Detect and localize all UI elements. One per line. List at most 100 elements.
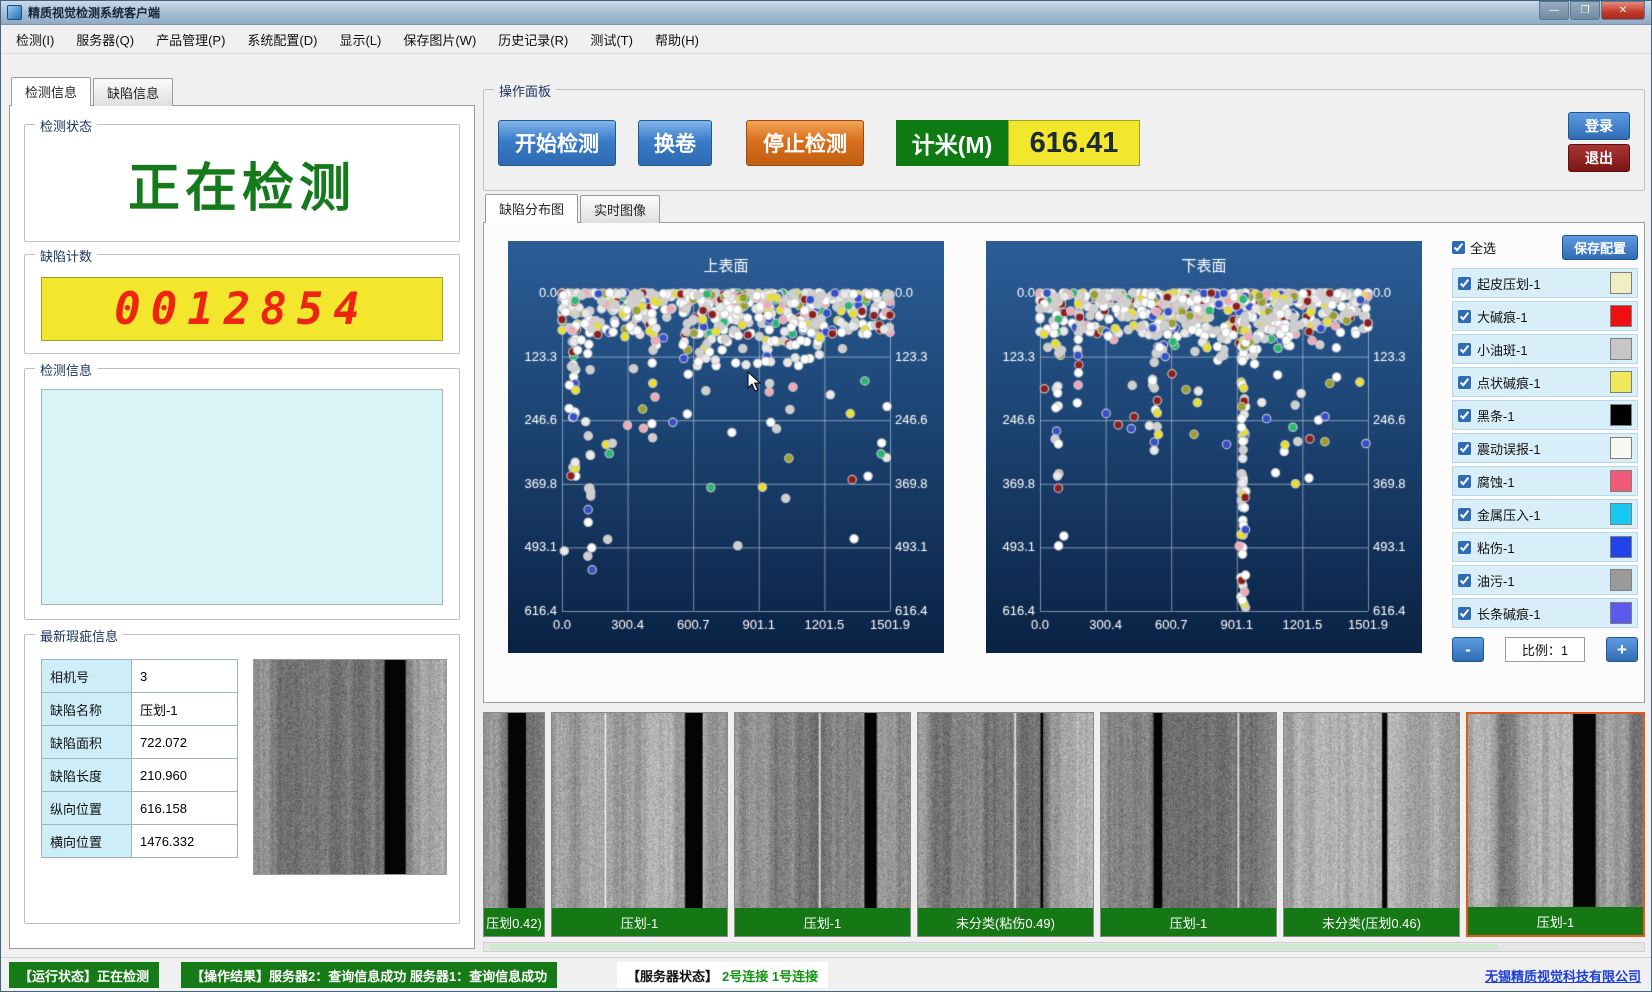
table-row: 缺陷名称压划-1 [42, 693, 238, 726]
defect-thumbnail-label: 压划0.42) [484, 908, 544, 936]
menu-item[interactable]: 测试(T) [579, 25, 644, 54]
legend-color-swatch [1610, 602, 1632, 624]
table-row: 缺陷长度210.960 [42, 759, 238, 792]
minimize-button[interactable]: — [1539, 1, 1569, 20]
legend-color-swatch [1610, 569, 1632, 591]
change-roll-button[interactable]: 换卷 [638, 120, 712, 166]
meter-counter-label: 计米(M) [896, 120, 1008, 166]
defect-thumbnail[interactable]: 未分类(压划0.46) [1283, 712, 1460, 937]
start-detection-button[interactable]: 开始检测 [498, 120, 616, 166]
legend-item[interactable]: 腐蚀-1 [1452, 466, 1638, 496]
save-config-button[interactable]: 保存配置 [1562, 235, 1638, 260]
legend-color-swatch [1610, 305, 1632, 327]
legend-item[interactable]: 粘伤-1 [1452, 532, 1638, 562]
menu-bar: 检测(I)服务器(Q)产品管理(P)系统配置(D)显示(L)保存图片(W)历史记… [1, 25, 1651, 54]
menu-item[interactable]: 帮助(H) [644, 25, 710, 54]
defect-thumbnail-image [1284, 713, 1459, 908]
legend-checkbox[interactable] [1458, 442, 1471, 455]
defect-field-label: 相机号 [42, 660, 132, 693]
stop-detection-button[interactable]: 停止检测 [746, 120, 864, 166]
defect-thumbnail-label: 压划-1 [735, 908, 910, 936]
select-all-label: 全选 [1470, 238, 1496, 257]
legend-item[interactable]: 黑条-1 [1452, 400, 1638, 430]
legend-label: 腐蚀-1 [1477, 472, 1604, 491]
legend-checkbox[interactable] [1458, 508, 1471, 521]
defect-thumbnail[interactable]: 未分类(粘伤0.49) [917, 712, 1094, 937]
defect-thumbnail-label: 压划-1 [1101, 908, 1276, 936]
defect-thumbnail[interactable]: 压划0.42) [483, 712, 545, 937]
menu-item[interactable]: 显示(L) [328, 25, 392, 54]
tab[interactable]: 缺陷分布图 [485, 194, 578, 223]
login-button[interactable]: 登录 [1568, 112, 1630, 140]
legend-checkbox[interactable] [1458, 541, 1471, 554]
menu-item[interactable]: 服务器(Q) [65, 25, 145, 54]
legend-item[interactable]: 点状碱痕-1 [1452, 367, 1638, 397]
legend-item[interactable]: 小油斑-1 [1452, 334, 1638, 364]
legend-item[interactable]: 长条碱痕-1 [1452, 598, 1638, 628]
defect-thumbnail-image [735, 713, 910, 908]
status-bar: 【运行状态】正在检测 【操作结果】服务器2：查询信息成功 服务器1：查询信息成功… [1, 957, 1651, 991]
defect-field-label: 纵向位置 [42, 792, 132, 825]
legend-checkbox[interactable] [1458, 574, 1471, 587]
defect-field-label: 缺陷面积 [42, 726, 132, 759]
legend-item[interactable]: 大碱痕-1 [1452, 301, 1638, 331]
zoom-out-button[interactable]: - [1452, 637, 1484, 662]
legend-label: 长条碱痕-1 [1477, 604, 1604, 623]
company-link[interactable]: 无锡精质视觉科技有限公司 [1485, 966, 1641, 985]
menu-item[interactable]: 保存图片(W) [392, 25, 487, 54]
defect-thumbnail[interactable]: 压划-1 [551, 712, 728, 937]
defect-field-value: 压划-1 [132, 693, 238, 726]
menu-item[interactable]: 系统配置(D) [236, 25, 328, 54]
tab[interactable]: 实时图像 [580, 195, 660, 223]
tab[interactable]: 缺陷信息 [93, 78, 173, 106]
menu-item[interactable]: 检测(I) [5, 25, 65, 54]
exit-button[interactable]: 退出 [1568, 144, 1630, 172]
defect-field-value: 722.072 [132, 726, 238, 759]
close-button[interactable]: ✕ [1601, 1, 1645, 20]
legend-label: 金属压入-1 [1477, 505, 1604, 524]
defect-count-display: 0012854 [41, 277, 443, 341]
legend-color-swatch [1610, 503, 1632, 525]
legend-color-swatch [1610, 404, 1632, 426]
menu-item[interactable]: 历史记录(R) [487, 25, 579, 54]
meter-counter-value: 616.41 [1008, 120, 1140, 166]
legend-item[interactable]: 震动误报-1 [1452, 433, 1638, 463]
defect-table-body: 相机号3缺陷名称压划-1缺陷面积722.072缺陷长度210.960纵向位置61… [42, 660, 238, 858]
thumbnail-scrollbar[interactable] [483, 942, 1645, 952]
scrollbar-thumb[interactable] [489, 944, 1498, 950]
maximize-button[interactable]: ❐ [1570, 1, 1600, 20]
table-row: 相机号3 [42, 660, 238, 693]
defect-thumbnail[interactable]: 压划-1 [1466, 712, 1645, 937]
legend-item[interactable]: 起皮压划-1 [1452, 268, 1638, 298]
menu-item[interactable]: 产品管理(P) [145, 25, 236, 54]
tab[interactable]: 检测信息 [11, 77, 91, 106]
legend-checkbox[interactable] [1458, 376, 1471, 389]
legend-checkbox[interactable] [1458, 277, 1471, 290]
window-title: 精质视觉检测系统客户端 [28, 4, 1539, 21]
app-icon [7, 5, 22, 20]
defect-thumbnail-label: 压划-1 [1468, 907, 1643, 935]
legend-checkbox[interactable] [1458, 607, 1471, 620]
select-all-checkbox[interactable] [1452, 241, 1465, 254]
group-title: 最新瑕疵信息 [35, 626, 123, 645]
group-title: 操作面板 [494, 81, 556, 100]
operation-result-badge: 【操作结果】服务器2：查询信息成功 服务器1：查询信息成功 [181, 962, 557, 988]
legend-checkbox[interactable] [1458, 343, 1471, 356]
defect-thumbnail-image [918, 713, 1093, 908]
legend-color-swatch [1610, 371, 1632, 393]
defect-field-value: 3 [132, 660, 238, 693]
legend-checkbox[interactable] [1458, 310, 1471, 323]
zoom-in-button[interactable]: + [1606, 637, 1638, 662]
legend-checkbox[interactable] [1458, 475, 1471, 488]
defect-thumbnail-canvas [918, 713, 1093, 908]
select-all-control[interactable]: 全选 [1452, 238, 1496, 257]
group-title: 检测信息 [35, 360, 97, 379]
legend-item[interactable]: 油污-1 [1452, 565, 1638, 595]
defect-field-value: 616.158 [132, 792, 238, 825]
defect-thumbnail[interactable]: 压划-1 [734, 712, 911, 937]
legend-item[interactable]: 金属压入-1 [1452, 499, 1638, 529]
defect-thumbnail[interactable]: 压划-1 [1100, 712, 1277, 937]
legend-checkbox[interactable] [1458, 409, 1471, 422]
defect-thumbnail-image [484, 713, 544, 908]
chart-tabs: 缺陷分布图实时图像 [485, 196, 662, 223]
